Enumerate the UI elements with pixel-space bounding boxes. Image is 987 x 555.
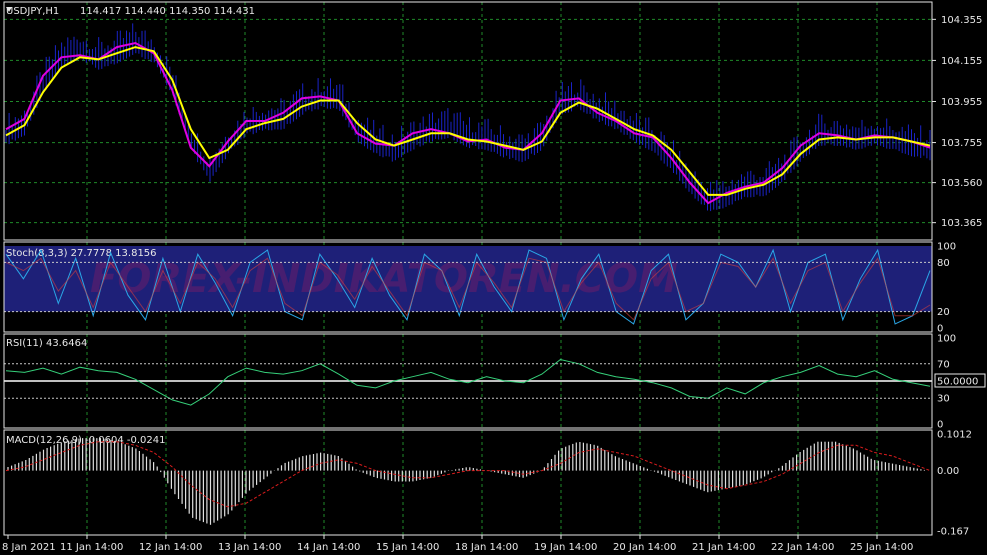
price-tick-label: 103.560 [941, 178, 982, 189]
stoch-tick-label: 100 [937, 242, 956, 253]
stoch-tick-label: 80 [937, 258, 950, 269]
rsi-tick-label: 50.0000 [937, 377, 978, 388]
time-tick-label: 15 Jan 14:00 [376, 542, 439, 553]
time-tick-label: 22 Jan 14:00 [771, 542, 834, 553]
time-tick-label: 14 Jan 14:00 [297, 542, 360, 553]
time-tick-label: 19 Jan 14:00 [534, 542, 597, 553]
time-tick-label: 13 Jan 14:00 [218, 542, 281, 553]
ohlc-readout: 114.417 114.440 114.350 114.431 [80, 6, 255, 17]
time-tick-label: 25 Jan 14:00 [850, 542, 913, 553]
time-tick-label: 18 Jan 14:00 [455, 542, 518, 553]
macd-tick-label: -0.167 [937, 527, 969, 538]
rsi-tick-label: 30 [937, 394, 950, 405]
time-tick-label: 8 Jan 2021 [2, 542, 56, 553]
stoch-tick-label: 20 [937, 307, 950, 318]
price-tick-label: 103.365 [941, 218, 982, 229]
rsi-panel-title: RSI(11) 43.6464 [6, 338, 87, 349]
price-tick-label: 104.155 [941, 56, 982, 67]
rsi-tick-label: 100 [937, 334, 956, 345]
trading-chart[interactable]: USDJPY,H1 114.417 114.440 114.350 114.43… [0, 0, 987, 555]
macd-tick-label: 0.00 [937, 466, 959, 477]
time-tick-label: 21 Jan 14:00 [692, 542, 755, 553]
time-tick-label: 20 Jan 14:00 [613, 542, 676, 553]
time-tick-label: 11 Jan 14:00 [60, 542, 123, 553]
price-panel-title: USDJPY,H1 [6, 6, 59, 17]
price-tick-label: 103.955 [941, 97, 982, 108]
macd-tick-label: 0.1012 [937, 430, 972, 441]
time-tick-label: 12 Jan 14:00 [139, 542, 202, 553]
price-tick-label: 103.755 [941, 138, 982, 149]
rsi-tick-label: 70 [937, 359, 950, 370]
price-tick-label: 104.355 [941, 15, 982, 26]
